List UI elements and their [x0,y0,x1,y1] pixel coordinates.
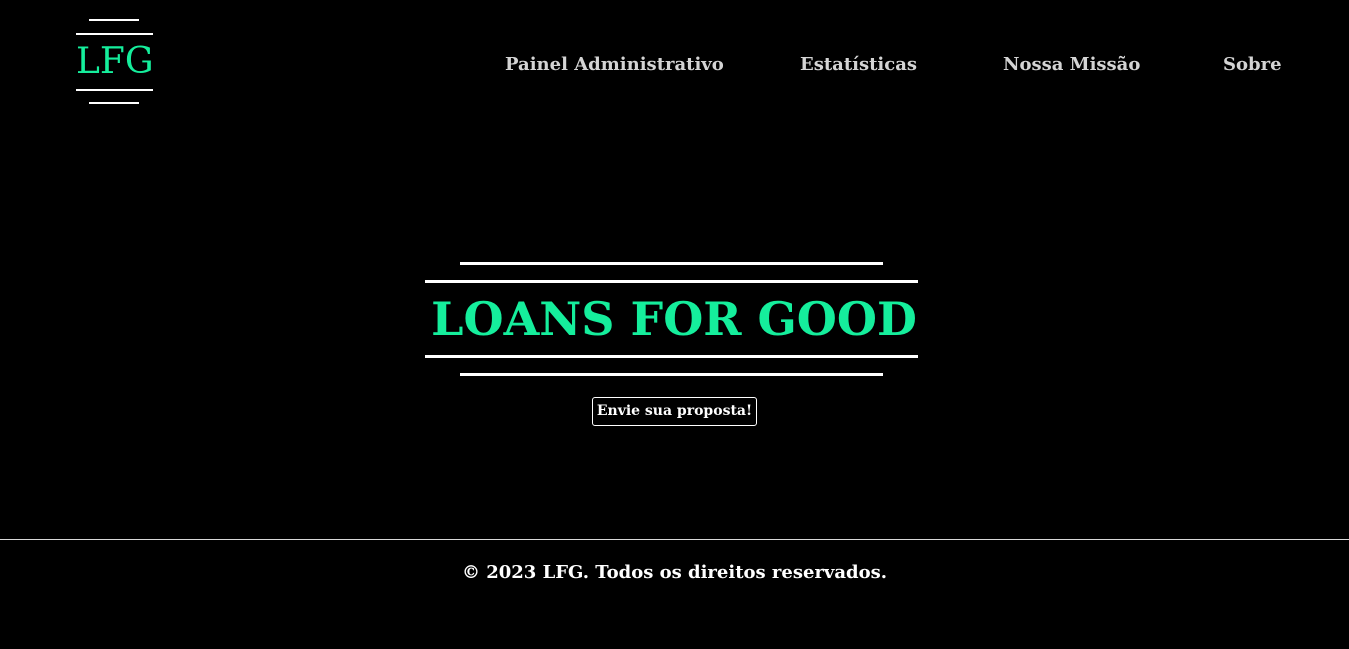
logo-line-top-short [89,19,139,21]
logo-line-top-long [76,33,153,35]
main-nav: Painel Administrativo Estatísticas Nossa… [0,52,1349,78]
hero-title: LOANS FOR GOOD [431,292,917,346]
logo-line-bottom-long [76,89,153,91]
hero-line-bottom-short [460,373,883,376]
logo-line-bottom-short [89,102,139,104]
submit-proposal-button[interactable]: Envie sua proposta! [592,397,757,426]
nav-link-nossa-missao[interactable]: Nossa Missão [1003,52,1140,78]
footer-copyright: © 2023 LFG. Todos os direitos reservados… [461,562,888,583]
nav-link-sobre[interactable]: Sobre [1223,52,1282,78]
footer-divider [0,539,1349,540]
hero-line-bottom-long [425,355,918,358]
page: LFG Painel Administrativo Estatísticas N… [0,0,1349,649]
nav-link-estatisticas[interactable]: Estatísticas [800,52,917,78]
hero-line-top-short [460,262,883,265]
hero-line-top-long [425,280,918,283]
nav-link-painel-administrativo[interactable]: Painel Administrativo [505,52,724,78]
